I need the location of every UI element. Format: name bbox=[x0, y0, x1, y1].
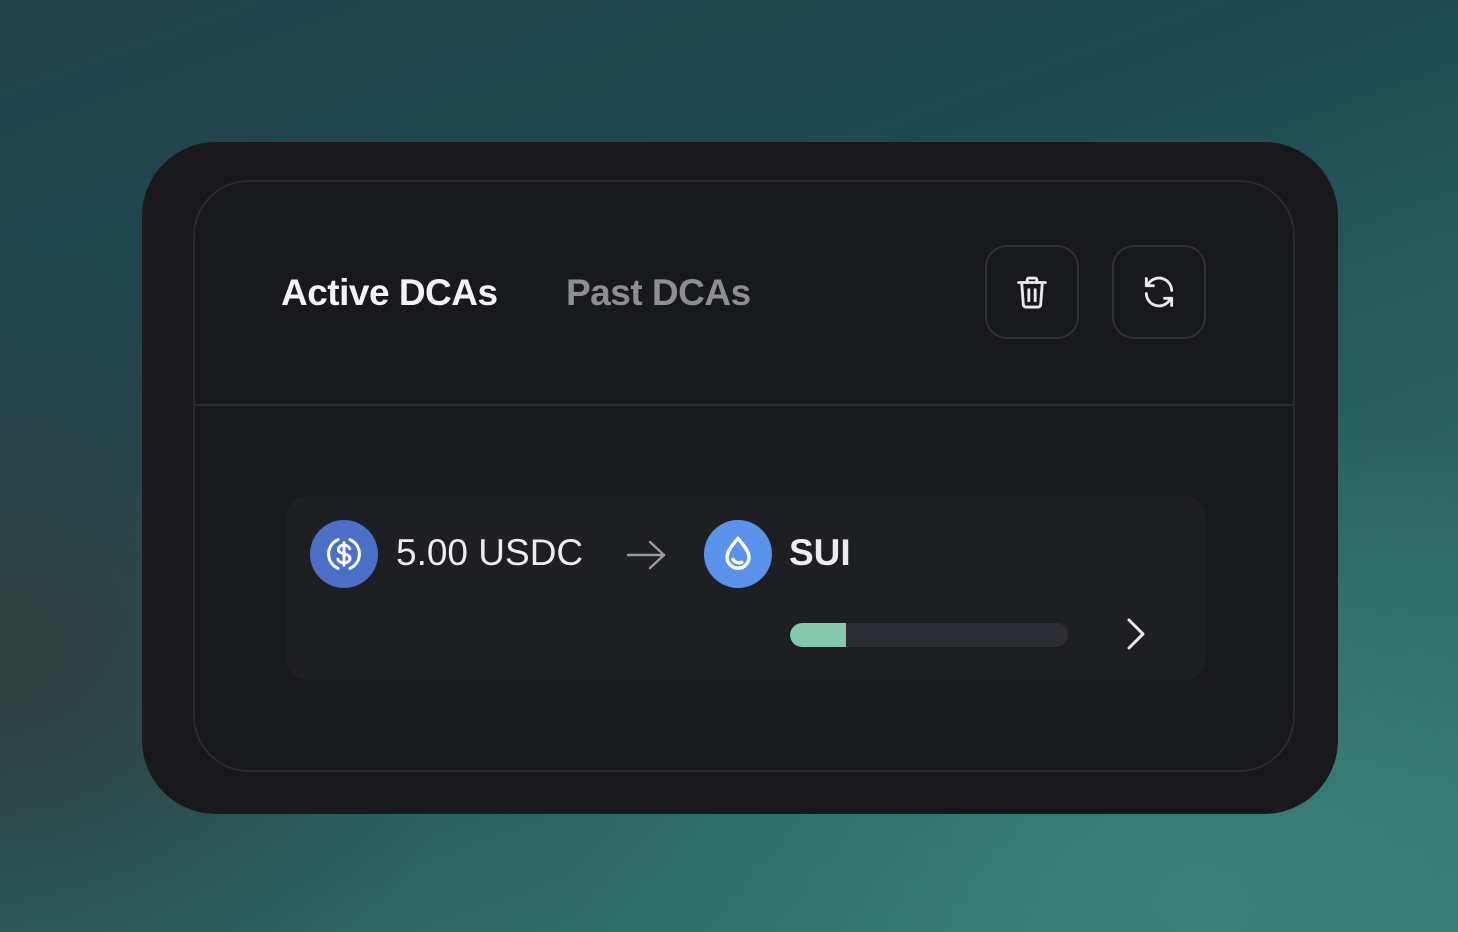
sui-droplet-icon bbox=[704, 520, 772, 588]
dca-progress-bar bbox=[790, 623, 1068, 647]
usdc-icon bbox=[310, 520, 378, 588]
arrow-right-icon bbox=[626, 540, 666, 570]
to-token: SUI bbox=[789, 532, 851, 573]
refresh-icon bbox=[1144, 276, 1174, 308]
dca-panel: Active DCAs Past DCAs 5.00 USDC SUI bbox=[142, 142, 1338, 814]
from-amount: 5.00 USDC bbox=[396, 532, 584, 573]
dca-progress-fill bbox=[790, 623, 846, 647]
chevron-right-icon[interactable] bbox=[1118, 614, 1154, 654]
dca-card: Active DCAs Past DCAs 5.00 USDC SUI bbox=[193, 180, 1295, 772]
dca-header: Active DCAs Past DCAs bbox=[195, 182, 1293, 406]
tab-past-dcas[interactable]: Past DCAs bbox=[566, 272, 751, 314]
trash-icon bbox=[1017, 276, 1047, 309]
dca-order-row[interactable]: 5.00 USDC SUI bbox=[286, 496, 1206, 680]
delete-button[interactable] bbox=[985, 245, 1079, 339]
refresh-button[interactable] bbox=[1112, 245, 1206, 339]
tab-active-dcas[interactable]: Active DCAs bbox=[281, 272, 498, 314]
